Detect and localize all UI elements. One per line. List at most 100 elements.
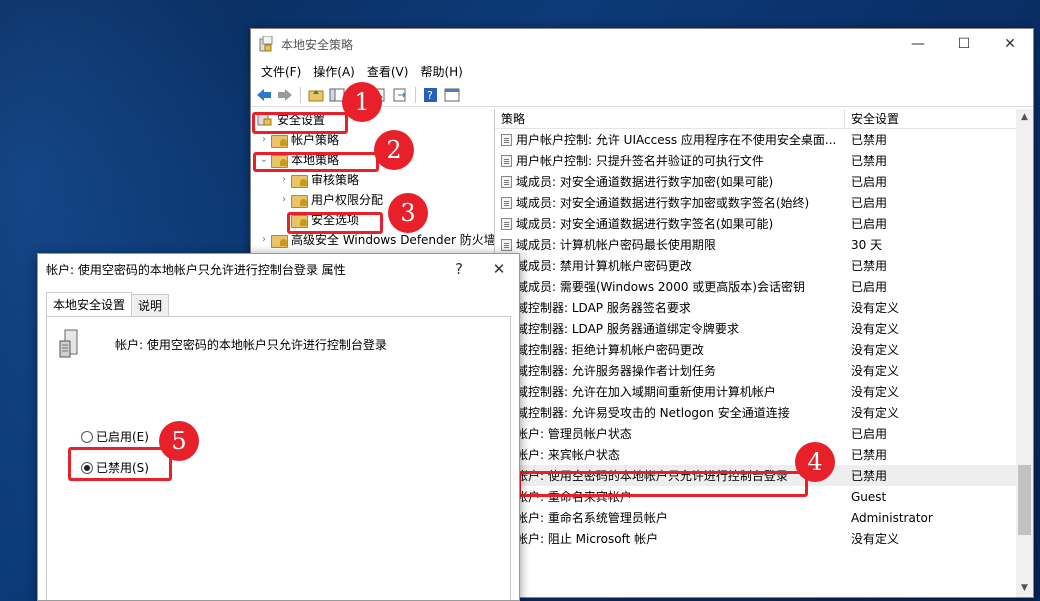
toolbar-separator (415, 86, 416, 103)
step-badge-2: 2 (374, 130, 414, 170)
setting-cell: Guest (851, 489, 887, 504)
forward-arrow-icon[interactable] (276, 86, 294, 104)
setting-cell: 没有定义 (851, 532, 900, 546)
table-row[interactable]: 帐户: 管理员帐户状态 已启用 (495, 423, 1033, 444)
policy-cell: 域控制器: LDAP 服务器签名要求 (495, 299, 845, 316)
tree-item-user-rights[interactable]: › 用户权限分配 (251, 189, 494, 209)
up-folder-icon[interactable] (307, 86, 325, 104)
policy-name: 域成员: 需要强(Windows 2000 或更高版本)会话密钥 (516, 280, 805, 294)
help-icon[interactable]: ? (422, 86, 440, 104)
scroll-down-icon[interactable]: ▼ (1016, 580, 1033, 597)
tree-item-audit-policy[interactable]: › 审核策略 (251, 169, 494, 189)
scroll-up-icon[interactable]: ▲ (1016, 109, 1033, 126)
policy-name: 域控制器: 允许在加入域期间重新使用计算机帐户 (516, 385, 776, 399)
table-row[interactable]: 域控制器: LDAP 服务器签名要求 没有定义 (495, 297, 1033, 318)
expand-chevron-icon[interactable]: › (277, 194, 291, 205)
policy-cell: 域控制器: 拒绝计算机帐户密码更改 (495, 341, 845, 358)
table-row[interactable]: 域控制器: 允许在加入域期间重新使用计算机帐户 没有定义 (495, 381, 1033, 402)
step-badge-4: 4 (795, 442, 835, 482)
column-header-setting[interactable]: 安全设置 (845, 109, 995, 128)
setting-cell: 已启用 (851, 175, 888, 189)
expand-chevron-icon[interactable]: › (257, 134, 271, 145)
policy-cell: 域控制器: 允许在加入域期间重新使用计算机帐户 (495, 383, 845, 400)
tab-explain[interactable]: 说明 (131, 294, 170, 316)
setting-cell: 没有定义 (851, 385, 900, 399)
tab-local-security-setting[interactable]: 本地安全设置 (46, 292, 133, 316)
policy-name: 域成员: 对安全通道数据进行数字加密(如果可能) (516, 175, 774, 189)
policy-cell: 帐户: 来宾帐户状态 (495, 446, 845, 463)
step-badge-5: 5 (159, 421, 199, 461)
policy-cell: 域控制器: 允许服务器操作者计划任务 (495, 362, 845, 379)
policy-cell: 帐户: 管理员帐户状态 (495, 425, 845, 442)
policy-name: 域控制器: 允许服务器操作者计划任务 (516, 364, 716, 378)
table-row[interactable]: 域控制器: 允许易受攻击的 Netlogon 安全通道连接 没有定义 (495, 402, 1033, 423)
expand-chevron-icon[interactable]: › (257, 234, 271, 245)
policy-name: 域成员: 对安全通道数据进行数字签名(如果可能) (516, 217, 774, 231)
setting-cell: 没有定义 (851, 301, 900, 315)
console-view-icon[interactable] (443, 86, 461, 104)
back-arrow-icon[interactable] (255, 86, 273, 104)
dialog-tabs: 本地安全设置 说明 (46, 292, 170, 316)
policy-name: 域控制器: 拒绝计算机帐户密码更改 (516, 343, 704, 357)
expand-chevron-icon[interactable]: › (277, 174, 291, 185)
folder-icon (291, 173, 308, 188)
menu-file[interactable]: 文件(F) (255, 63, 307, 80)
policy-name: 域控制器: LDAP 服务器通道绑定令牌要求 (516, 322, 739, 336)
setting-cell: 已禁用 (851, 133, 888, 147)
setting-cell: 没有定义 (851, 364, 900, 378)
dialog-help-button[interactable]: ? (439, 260, 479, 278)
table-row[interactable]: 域成员: 计算机帐户密码最长使用期限 30 天 (495, 234, 1033, 255)
properties-dialog: 帐户: 使用空密码的本地帐户只允许进行控制台登录 属性 ? ✕ 本地安全设置 说… (37, 253, 520, 601)
policy-description: 帐户: 使用空密码的本地帐户只允许进行控制台登录 (115, 338, 387, 352)
radio-enabled-label: 已启用(E) (96, 430, 149, 444)
table-row[interactable]: 帐户: 重命名系统管理员帐户 Administrator (495, 507, 1033, 528)
dialog-close-button[interactable]: ✕ (479, 260, 519, 278)
close-button[interactable]: ✕ (987, 29, 1033, 59)
table-row[interactable]: 域成员: 需要强(Windows 2000 或更高版本)会话密钥 已启用 (495, 276, 1033, 297)
title-bar: 本地安全策略 — ☐ ✕ (251, 29, 1033, 59)
setting-cell: 30 天 (851, 238, 883, 252)
policy-name: 域控制器: LDAP 服务器签名要求 (516, 301, 691, 315)
policy-cell: 域控制器: LDAP 服务器通道绑定令牌要求 (495, 320, 845, 337)
policy-cell: 域成员: 计算机帐户密码最长使用期限 (495, 236, 845, 253)
table-row[interactable]: 域控制器: 允许服务器操作者计划任务 没有定义 (495, 360, 1033, 381)
setting-cell: 已禁用 (851, 469, 888, 483)
table-row[interactable]: 用户帐户控制: 只提升签名并验证的可执行文件 已禁用 (495, 150, 1033, 171)
table-row[interactable]: 帐户: 来宾帐户状态 已禁用 (495, 444, 1033, 465)
tree-label: 用户权限分配 (311, 192, 384, 207)
menu-bar: 文件(F) 操作(A) 查看(V) 帮助(H) (251, 59, 1033, 83)
policy-name: 帐户: 阻止 Microsoft 帐户 (516, 532, 659, 546)
table-row[interactable]: 域成员: 对安全通道数据进行数字加密(如果可能) 已启用 (495, 171, 1033, 192)
highlight-disabled-option (68, 447, 172, 481)
vertical-scrollbar[interactable]: ▲ ▼ (1016, 109, 1033, 597)
setting-cell: 没有定义 (851, 406, 900, 420)
policy-cell: 域成员: 禁用计算机帐户密码更改 (495, 257, 845, 274)
folder-icon (271, 133, 288, 148)
setting-cell: 已启用 (851, 280, 888, 294)
policy-name: 域成员: 计算机帐户密码最长使用期限 (516, 238, 716, 252)
radio-enabled-circle[interactable] (81, 430, 93, 443)
highlight-security-options (287, 212, 383, 234)
policy-name: 域成员: 禁用计算机帐户密码更改 (516, 259, 692, 273)
table-row[interactable]: 域成员: 对安全通道数据进行数字签名(如果可能) 已启用 (495, 213, 1033, 234)
menu-view[interactable]: 查看(V) (361, 63, 415, 80)
table-row[interactable]: 域控制器: LDAP 服务器通道绑定令牌要求 没有定义 (495, 318, 1033, 339)
table-row[interactable]: 用户帐户控制: 允许 UIAccess 应用程序在不使用安全桌面... 已禁用 (495, 129, 1033, 150)
dialog-title-bar: 帐户: 使用空密码的本地帐户只允许进行控制台登录 属性 ? ✕ (38, 254, 519, 284)
scroll-thumb[interactable] (1018, 465, 1031, 535)
setting-cell: 已禁用 (851, 154, 888, 168)
column-header-policy[interactable]: 策略 (495, 109, 845, 128)
menu-action[interactable]: 操作(A) (307, 63, 361, 80)
menu-help[interactable]: 帮助(H) (414, 63, 468, 80)
table-row[interactable]: 域成员: 对安全通道数据进行数字加密或数字签名(始终) 已启用 (495, 192, 1033, 213)
table-row[interactable]: 帐户: 阻止 Microsoft 帐户 没有定义 (495, 528, 1033, 549)
table-row[interactable]: 域控制器: 拒绝计算机帐户密码更改 没有定义 (495, 339, 1033, 360)
maximize-button[interactable]: ☐ (941, 29, 987, 59)
step-badge-3: 3 (388, 193, 428, 233)
export-list-icon[interactable] (391, 86, 409, 104)
policy-cell: 域成员: 对安全通道数据进行数字加密(如果可能) (495, 173, 845, 190)
folder-icon (271, 233, 288, 248)
minimize-button[interactable]: — (895, 29, 941, 59)
radio-enabled[interactable]: 已启用(E) (81, 428, 149, 445)
table-row[interactable]: 域成员: 禁用计算机帐户密码更改 已禁用 (495, 255, 1033, 276)
